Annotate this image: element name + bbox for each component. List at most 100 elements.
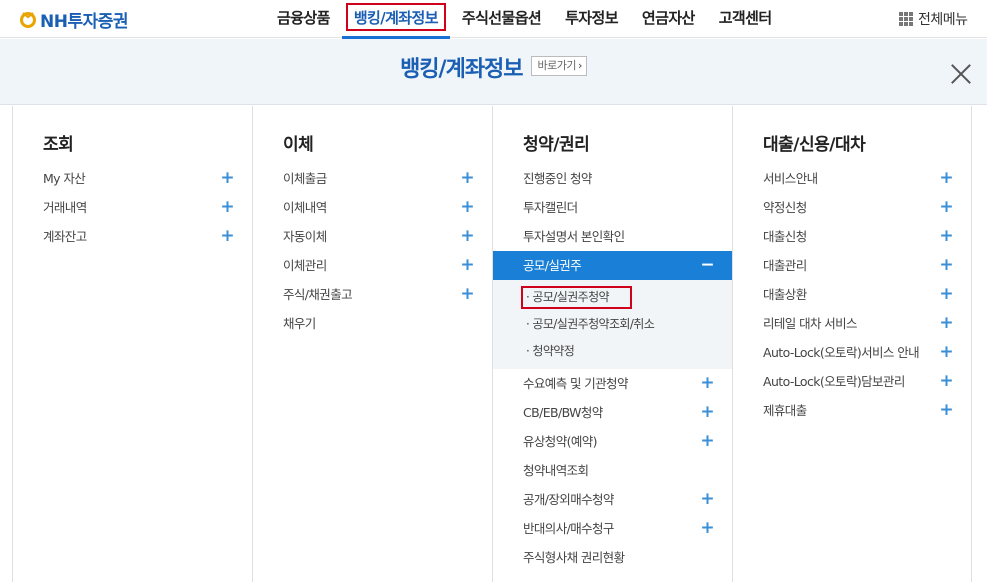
menu-item-cb-eb-bw[interactable]: CB/EB/BW청약 +	[493, 398, 732, 427]
menu-column-loan-credit: 대출/신용/대차 서비스안내 + 약정신청 + 대출신청 + 대출관리 + 대출상환 + …	[732, 106, 972, 582]
all-menu-label: 전체메뉴	[918, 12, 968, 28]
menu-item-stock-bond-release[interactable]: 주식/채권출고 +	[253, 280, 492, 309]
submenu-item-ipo-inquiry-cancel[interactable]: · 공모/실권주청약조회/취소	[493, 311, 732, 338]
goto-button[interactable]: 바로가기 ›	[530, 55, 587, 76]
plus-icon[interactable]: +	[460, 193, 474, 222]
menu-item-label: 주식형사채 권리현황	[523, 550, 625, 565]
menu-item-label: 공개/장외매수청약	[523, 492, 614, 507]
menu-item-autolock-collateral[interactable]: Auto-Lock(오토락)담보관리 +	[733, 367, 971, 396]
menu-item-transfer-history[interactable]: 이체내역 +	[253, 193, 492, 222]
menu-item-ipo-rights-issue[interactable]: 공모/실권주 −	[493, 251, 732, 280]
plus-icon[interactable]: +	[700, 485, 714, 514]
plus-icon[interactable]: +	[939, 251, 953, 280]
plus-icon[interactable]: +	[700, 427, 714, 456]
nav-investment-info[interactable]: 투자정보	[553, 0, 630, 38]
plus-icon[interactable]: +	[700, 514, 714, 543]
nav-pension-assets[interactable]: 연금자산	[630, 0, 707, 38]
menu-column-inquiry: 조회 My 자산 + 거래내역 + 계좌잔고 +	[12, 106, 252, 582]
goto-label: 바로가기	[537, 58, 577, 72]
menu-item-fill-up[interactable]: 채우기	[253, 309, 492, 338]
menu-item-demand-forecast[interactable]: 수요예측 및 기관청약 +	[493, 369, 732, 398]
plus-icon[interactable]: +	[460, 164, 474, 193]
menu-item-agreement-application[interactable]: 약정신청 +	[733, 193, 971, 222]
menu-item-label: 계좌잔고	[43, 229, 87, 244]
menu-item-label: 대출신청	[763, 229, 807, 244]
nh-logo[interactable]: NH투자증권	[19, 8, 129, 32]
menu-item-subscription-history[interactable]: 청약내역조회	[493, 456, 732, 485]
section-title: 뱅킹/계좌정보	[400, 57, 523, 82]
top-navigation-bar: NH투자증권 금융상품 뱅킹/계좌정보 주식선물옵션 투자정보 연금자산 고객센…	[0, 0, 987, 39]
submenu-item-label: · 청약약정	[526, 344, 575, 358]
menu-item-label: 진행중인 청약	[523, 171, 592, 186]
menu-item-auto-transfer[interactable]: 자동이체 +	[253, 222, 492, 251]
menu-item-prospectus-verification[interactable]: 투자설명서 본인확인	[493, 222, 732, 251]
menu-item-autolock-guide[interactable]: Auto-Lock(오토락)서비스 안내 +	[733, 338, 971, 367]
menu-item-transaction-history[interactable]: 거래내역 +	[13, 193, 252, 222]
menu-item-label: Auto-Lock(오토락)담보관리	[763, 374, 905, 389]
menu-item-label: 대출상환	[763, 287, 807, 302]
menu-item-label: 이체출금	[283, 171, 327, 186]
menu-item-label: 유상청약(예약)	[523, 434, 598, 449]
plus-icon[interactable]: +	[939, 193, 953, 222]
menu-item-label: 투자설명서 본인확인	[523, 229, 625, 244]
menu-item-label: 이체관리	[283, 258, 327, 273]
plus-icon[interactable]: +	[460, 280, 474, 309]
menu-item-loan-repayment[interactable]: 대출상환 +	[733, 280, 971, 309]
menu-item-label: CB/EB/BW청약	[523, 405, 603, 420]
logo-text: NH투자증권	[40, 11, 129, 32]
close-icon[interactable]	[949, 62, 973, 86]
plus-icon[interactable]: +	[939, 338, 953, 367]
plus-icon[interactable]: +	[220, 222, 234, 251]
menu-item-retail-lending[interactable]: 리테일 대차 서비스 +	[733, 309, 971, 338]
section-header: 뱅킹/계좌정보 바로가기 ›	[0, 39, 987, 105]
submenu-item-subscription-agreement[interactable]: · 청약약정	[493, 338, 732, 365]
plus-icon[interactable]: +	[460, 222, 474, 251]
nh-logo-icon	[19, 10, 37, 28]
menu-item-dissent-purchase-claim[interactable]: 반대의사/매수청구 +	[493, 514, 732, 543]
nav-banking-account[interactable]: 뱅킹/계좌정보	[341, 0, 451, 39]
all-menu-button[interactable]: 전체메뉴	[899, 0, 968, 38]
menu-item-transfer-withdraw[interactable]: 이체출금 +	[253, 164, 492, 193]
plus-icon[interactable]: +	[939, 164, 953, 193]
plus-icon[interactable]: +	[939, 280, 953, 309]
minus-icon[interactable]: −	[700, 251, 714, 280]
menu-item-transfer-management[interactable]: 이체관리 +	[253, 251, 492, 280]
section-title-row: 뱅킹/계좌정보 바로가기 ›	[0, 51, 987, 83]
plus-icon[interactable]: +	[220, 193, 234, 222]
column-title: 이체	[283, 135, 314, 155]
menu-column-subscription-rights: 청약/권리 진행중인 청약 투자캘린더 투자설명서 본인확인 공모/실권주 − ·…	[492, 106, 732, 582]
menu-item-label: 투자캘린더	[523, 200, 578, 215]
nav-label: 주식선물옵션	[461, 9, 542, 27]
plus-icon[interactable]: +	[700, 398, 714, 427]
menu-item-tender-offer[interactable]: 공개/장외매수청약 +	[493, 485, 732, 514]
menu-item-equity-bond-rights[interactable]: 주식형사채 권리현황	[493, 543, 732, 572]
menu-item-label: 채우기	[283, 316, 316, 331]
plus-icon[interactable]: +	[939, 222, 953, 251]
menu-item-loan-management[interactable]: 대출관리 +	[733, 251, 971, 280]
plus-icon[interactable]: +	[460, 251, 474, 280]
plus-icon[interactable]: +	[220, 164, 234, 193]
plus-icon[interactable]: +	[939, 309, 953, 338]
nav-customer-center[interactable]: 고객센터	[707, 0, 784, 38]
menu-item-my-assets[interactable]: My 자산 +	[13, 164, 252, 193]
nav-stocks-futures-options[interactable]: 주식선물옵션	[450, 0, 553, 38]
menu-item-partner-loan[interactable]: 제휴대출 +	[733, 396, 971, 425]
menu-item-label: 청약내역조회	[523, 463, 589, 478]
menu-item-label: 리테일 대차 서비스	[763, 316, 858, 331]
menu-item-label: Auto-Lock(오토락)서비스 안내	[763, 345, 920, 360]
menu-item-label: 이체내역	[283, 200, 327, 215]
menu-item-investment-calendar[interactable]: 투자캘린더	[493, 193, 732, 222]
menu-item-label: 수요예측 및 기관청약	[523, 376, 628, 391]
menu-item-account-balance[interactable]: 계좌잔고 +	[13, 222, 252, 251]
menu-item-ongoing-subscription[interactable]: 진행중인 청약	[493, 164, 732, 193]
submenu-item-ipo-subscribe[interactable]: · 공모/실권주청약	[493, 284, 732, 311]
nav-financial-products[interactable]: 금융상품	[265, 0, 342, 38]
plus-icon[interactable]: +	[700, 369, 714, 398]
plus-icon[interactable]: +	[939, 396, 953, 425]
menu-item-rights-offering[interactable]: 유상청약(예약) +	[493, 427, 732, 456]
menu-item-service-guide[interactable]: 서비스안내 +	[733, 164, 971, 193]
nav-label: 고객센터	[718, 9, 772, 27]
column-title: 조회	[43, 135, 74, 155]
menu-item-loan-application[interactable]: 대출신청 +	[733, 222, 971, 251]
plus-icon[interactable]: +	[939, 367, 953, 396]
